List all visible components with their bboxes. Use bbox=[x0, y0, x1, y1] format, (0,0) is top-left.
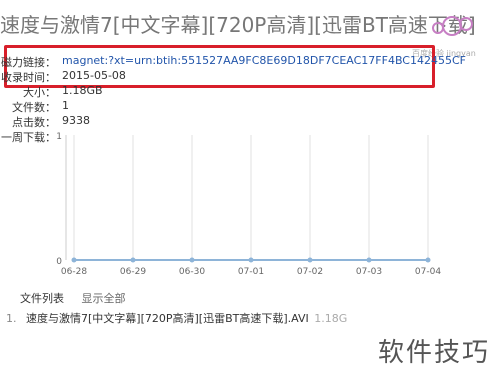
data-point bbox=[307, 257, 313, 263]
x-tick-label: 06-29 bbox=[120, 267, 146, 277]
weekly-downloads-chart: 1 006-28 06-29 06-30 07-01 07-02 07-03 07-04 bbox=[56, 132, 441, 277]
size-value: 1.18GB bbox=[62, 84, 103, 97]
x-tick-label: 07-01 bbox=[238, 267, 264, 277]
x-tick-label: 07-04 bbox=[415, 267, 441, 277]
data-point bbox=[248, 257, 254, 263]
y-tick-label: 1 bbox=[56, 132, 62, 142]
list-item[interactable]: 1. 速度与激情7[中文字幕][720P高清][迅雷BT高速下载].AVI 1.… bbox=[6, 310, 355, 326]
date-value: 2015-05-08 bbox=[62, 69, 126, 82]
date-label: 收录时间： bbox=[1, 71, 56, 84]
file-name: 速度与激情7[中文字幕][720P高清][迅雷BT高速下载].AVI bbox=[26, 312, 309, 325]
tab-file-list[interactable]: 文件列表 bbox=[20, 292, 64, 305]
data-point bbox=[189, 257, 195, 263]
files-value: 1 bbox=[62, 99, 69, 112]
x-tick-label: 07-02 bbox=[297, 267, 323, 277]
show-all-link[interactable]: 显示全部 bbox=[82, 292, 126, 305]
data-point bbox=[366, 257, 372, 263]
y-tick-label: 0 bbox=[56, 257, 62, 267]
data-point bbox=[425, 257, 431, 263]
size-label: 大小： bbox=[23, 86, 56, 99]
x-tick-label: 06-30 bbox=[179, 267, 205, 277]
file-tabs: 文件列表 显示全部 bbox=[20, 290, 126, 306]
files-label: 文件数： bbox=[12, 101, 56, 114]
file-index: 1. bbox=[6, 312, 17, 325]
data-point bbox=[71, 257, 77, 263]
x-tick-label: 06-28 bbox=[61, 267, 87, 277]
magnet-label: 磁力链接： bbox=[1, 56, 56, 69]
data-point bbox=[130, 257, 136, 263]
x-tick-label: 07-03 bbox=[356, 267, 382, 277]
magnet-link[interactable]: magnet:?xt=urn:btih:551527AA9FC8E69D18DF… bbox=[62, 54, 466, 67]
watermark-footer-text: 软件技巧 bbox=[377, 338, 490, 368]
